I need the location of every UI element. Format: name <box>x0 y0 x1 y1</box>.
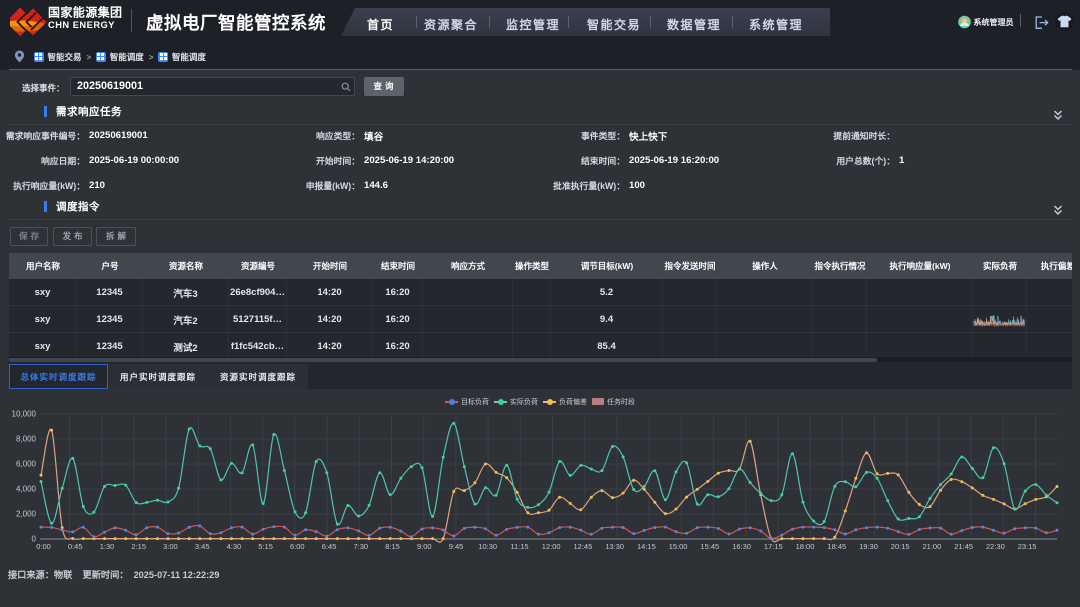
svg-text:3:00: 3:00 <box>163 542 178 551</box>
svg-text:12:00: 12:00 <box>542 542 561 551</box>
svg-text:0:45: 0:45 <box>68 542 83 551</box>
svg-text:15:45: 15:45 <box>700 542 719 551</box>
svg-text:12:45: 12:45 <box>574 542 593 551</box>
svg-text:16:30: 16:30 <box>732 542 751 551</box>
svg-text:10,000: 10,000 <box>12 410 37 419</box>
svg-text:11:15: 11:15 <box>510 542 528 551</box>
svg-text:22:30: 22:30 <box>986 542 1005 551</box>
svg-text:18:45: 18:45 <box>827 542 846 551</box>
svg-text:0:00: 0:00 <box>36 542 51 551</box>
svg-text:15:00: 15:00 <box>669 542 688 551</box>
svg-text:4,000: 4,000 <box>16 485 37 494</box>
svg-text:14:15: 14:15 <box>637 542 656 551</box>
svg-text:19:30: 19:30 <box>859 542 878 551</box>
svg-text:9:45: 9:45 <box>449 542 464 551</box>
svg-text:9:00: 9:00 <box>417 542 432 551</box>
svg-text:6,000: 6,000 <box>16 460 37 469</box>
svg-text:6:00: 6:00 <box>290 542 305 551</box>
svg-text:13:30: 13:30 <box>605 542 624 551</box>
svg-text:18:00: 18:00 <box>796 542 815 551</box>
svg-text:8,000: 8,000 <box>16 435 37 444</box>
svg-text:8:15: 8:15 <box>385 542 400 551</box>
svg-text:7:30: 7:30 <box>353 542 368 551</box>
svg-text:4:30: 4:30 <box>227 542 242 551</box>
svg-text:17:15: 17:15 <box>764 542 783 551</box>
svg-text:21:45: 21:45 <box>954 542 973 551</box>
svg-text:21:00: 21:00 <box>923 542 942 551</box>
svg-text:23:15: 23:15 <box>1018 542 1037 551</box>
svg-text:2:15: 2:15 <box>131 542 146 551</box>
svg-text:2,000: 2,000 <box>16 510 37 519</box>
svg-text:10:30: 10:30 <box>478 542 497 551</box>
svg-text:6:45: 6:45 <box>322 542 337 551</box>
svg-text:5:15: 5:15 <box>258 542 273 551</box>
svg-text:3:45: 3:45 <box>195 542 210 551</box>
svg-text:1:30: 1:30 <box>100 542 115 551</box>
svg-text:20:15: 20:15 <box>891 542 910 551</box>
